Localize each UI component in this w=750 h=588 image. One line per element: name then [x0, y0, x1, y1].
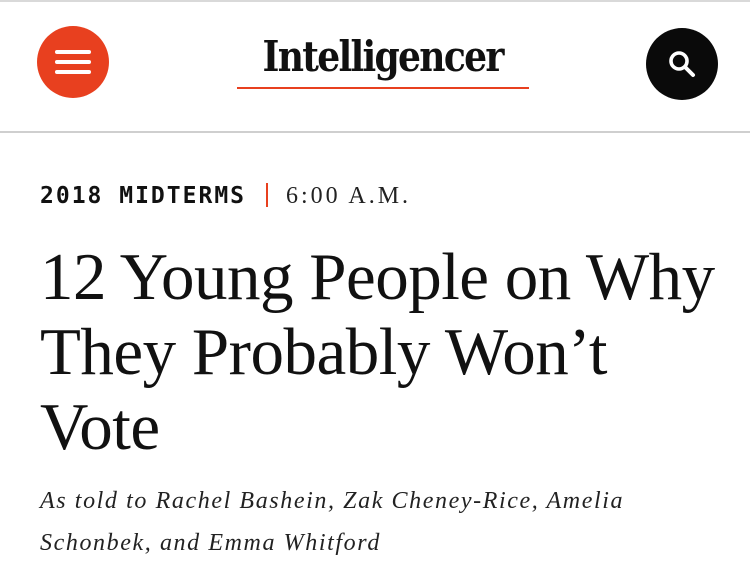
article-byline: As told to Rachel Bashein, Zak Cheney-Ri…	[40, 488, 625, 556]
logo-text: Intelligencer	[262, 32, 505, 81]
logo-underline	[237, 87, 529, 89]
search-button[interactable]	[646, 28, 718, 100]
site-logo[interactable]: Intelligencer	[237, 32, 529, 94]
kicker-divider	[266, 183, 269, 207]
menu-button[interactable]	[37, 26, 109, 98]
article-headline: 12 Young People on Why They Probably Won…	[40, 240, 715, 464]
search-icon	[669, 51, 695, 77]
header-divider	[0, 131, 750, 133]
section-rubric[interactable]: 2018 MIDTERMS	[40, 183, 246, 209]
site-header: Intelligencer	[0, 2, 750, 132]
hamburger-menu-icon	[55, 48, 91, 76]
article-kicker: 2018 MIDTERMS 6:00 A.M.	[40, 178, 411, 214]
publish-time: 6:00 A.M.	[286, 183, 412, 209]
